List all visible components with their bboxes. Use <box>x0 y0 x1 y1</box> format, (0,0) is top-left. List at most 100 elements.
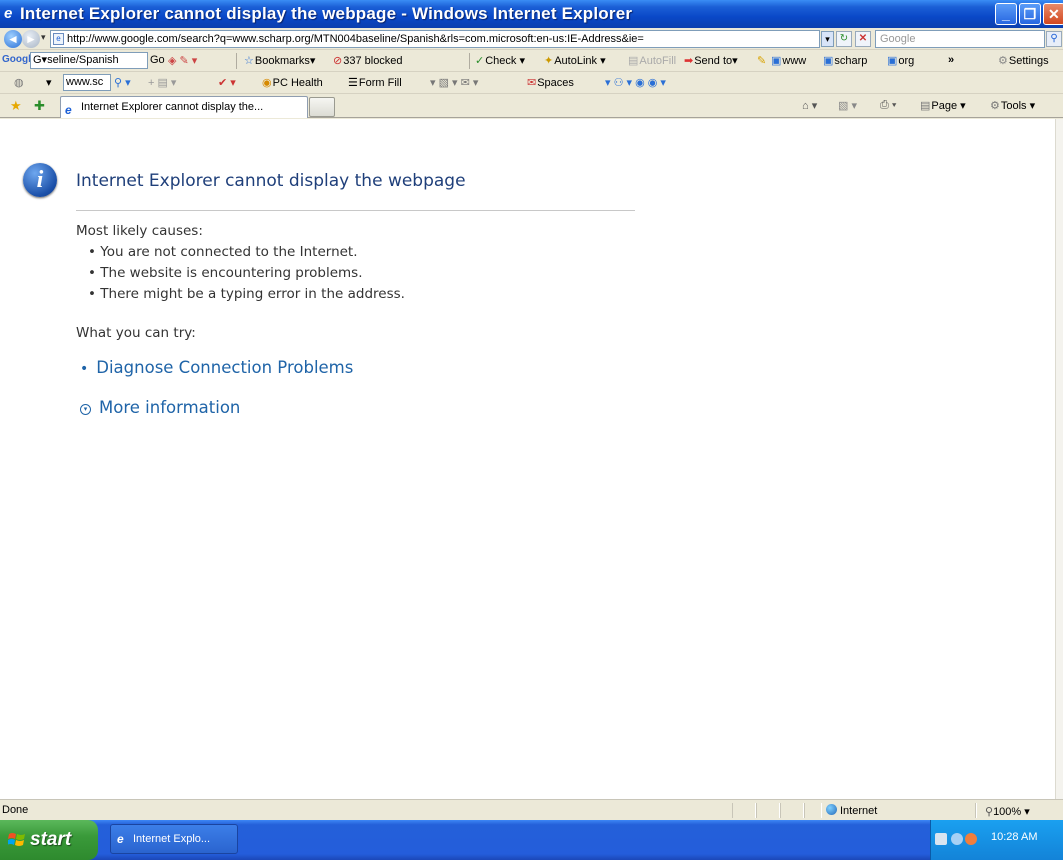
cause-item: • You are not connected to the Internet. <box>88 244 358 260</box>
send-to-button[interactable]: ➡Send to▾ <box>684 54 738 67</box>
causes-title: Most likely causes: <box>76 223 203 239</box>
autolink-icon: ✦ <box>544 55 554 67</box>
maximize-button[interactable]: ❐ <box>1019 3 1041 25</box>
links-toolbar: ◍ ▾ www.sc ⚲ ▾ + ▤ ▾ ✔ ▾ ◉PC Health ☰For… <box>0 72 1063 94</box>
form-fill-button[interactable]: ☰Form Fill <box>348 76 402 89</box>
help-icon[interactable] <box>951 833 963 845</box>
autolink-button[interactable]: ✦AutoLink ▾ <box>544 54 606 67</box>
status-segment <box>780 803 804 818</box>
title-bar[interactable]: e Internet Explorer cannot display the w… <box>0 0 1063 28</box>
print-icon[interactable]: ⎙ ▾ <box>880 99 896 112</box>
scrollbar[interactable] <box>1055 119 1063 799</box>
system-tray: 10:28 AM <box>930 820 1063 860</box>
home-icon[interactable]: ⌂ ▾ <box>802 99 817 112</box>
more-information-link[interactable]: ▾ More information <box>80 398 240 417</box>
clock[interactable]: 10:28 AM <box>991 831 1037 843</box>
antivirus-icon[interactable] <box>965 833 977 845</box>
separator <box>469 53 470 69</box>
pagerank-icon[interactable]: ◈ ✎ ▾ <box>168 54 197 67</box>
divider <box>76 210 635 211</box>
bookmarks-button[interactable]: ☆Bookmarks▾ <box>244 54 315 67</box>
popup-blocker-button[interactable]: ⊘337 blocked <box>333 54 403 67</box>
toolbar-button-icon[interactable]: ▾ ▧ ▾ ✉ ▾ <box>430 76 478 89</box>
tab-active[interactable]: e Internet Explorer cannot display the..… <box>60 96 308 118</box>
search-term-icon: ▣ <box>823 55 834 67</box>
gear-icon: ⚙ <box>990 100 1000 112</box>
popup-blocked-icon: ⊘ <box>333 55 343 67</box>
recent-pages-dropdown[interactable]: ▾ <box>41 32 46 43</box>
add-favorite-icon[interactable]: ✚ <box>34 98 45 114</box>
globe-icon <box>826 804 837 815</box>
page-icon: ▤ <box>920 100 931 112</box>
close-button[interactable]: ✕ <box>1043 3 1063 25</box>
favorites-star-icon[interactable]: ★ <box>10 98 22 114</box>
toolbar-dropdown-arrow[interactable]: ▾ <box>46 76 52 89</box>
back-button[interactable]: ◄ <box>4 30 22 48</box>
address-input[interactable]: e http://www.google.com/search?q=www.sch… <box>50 30 820 48</box>
status-segment <box>975 803 977 818</box>
page-icon: e <box>53 33 64 45</box>
separator <box>236 53 237 69</box>
new-tab-button[interactable] <box>309 97 335 117</box>
address-toolbar: ◄ ► ▾ e http://www.google.com/search?q=w… <box>0 28 1063 50</box>
gear-icon: ⚙ <box>998 55 1008 67</box>
search-term-scharp[interactable]: ▣scharp <box>823 54 867 67</box>
feeds-icon[interactable]: ▧ ▾ <box>838 99 857 112</box>
taskbar-ie-button[interactable]: e Internet Explo... <box>110 824 238 854</box>
tools-menu-button[interactable]: ⚙Tools ▾ <box>990 99 1035 112</box>
search-input[interactable]: Google <box>875 30 1045 48</box>
window-title: Internet Explorer cannot display the web… <box>20 4 633 23</box>
info-icon: i <box>23 163 57 197</box>
minimize-button[interactable]: _ <box>995 3 1017 25</box>
security-zone[interactable]: Internet <box>826 804 877 817</box>
stop-button[interactable]: ✕ <box>855 31 871 47</box>
forward-button[interactable]: ► <box>22 30 40 48</box>
search-term-org[interactable]: ▣org <box>887 54 914 67</box>
diagnose-connection-link[interactable]: • Diagnose Connection Problems <box>80 358 353 377</box>
autofill-icon: ▤ <box>628 55 639 67</box>
toolbar-search-input[interactable]: www.sc <box>63 74 111 91</box>
search-icon[interactable]: ⚲ <box>1046 31 1062 47</box>
address-url: http://www.google.com/search?q=www.schar… <box>67 33 644 45</box>
star-icon: ☆ <box>244 55 254 67</box>
toolbar-button-icon[interactable]: + ▤ ▾ <box>148 76 176 89</box>
status-segment <box>732 803 756 818</box>
highlight-icon[interactable]: ✎ <box>757 54 766 67</box>
check-icon: ✓ <box>475 55 485 67</box>
zoom-icon: ⚲ <box>985 806 994 818</box>
windows-flag-icon <box>8 833 25 846</box>
cause-item: • The website is encountering problems. <box>88 265 363 281</box>
search-icon[interactable]: ⚲ ▾ <box>114 76 131 89</box>
tab-bar: ★ ✚ e Internet Explorer cannot display t… <box>0 94 1063 118</box>
page-menu-button[interactable]: ▤Page ▾ <box>920 99 966 112</box>
search-term-icon: ▣ <box>771 55 782 67</box>
error-heading: Internet Explorer cannot display the web… <box>76 171 466 191</box>
spaces-icon: ✉ <box>527 77 537 89</box>
ie-logo-icon: e <box>4 5 13 22</box>
try-title: What you can try: <box>76 325 196 341</box>
network-icon[interactable] <box>935 833 947 845</box>
zoom-level[interactable]: ⚲100% ▾ <box>985 805 1030 818</box>
google-go-button[interactable]: Go <box>150 54 165 66</box>
toolbar-button-icon[interactable]: ▾ ⚇ ▾ ◉ ◉ ▾ <box>605 76 666 89</box>
spellcheck-button[interactable]: ✓Check ▾ <box>475 54 525 67</box>
messenger-icon[interactable]: ✔ ▾ <box>218 76 236 89</box>
toolbar-overflow-button[interactable]: » <box>948 54 954 66</box>
bullet-icon: • <box>80 361 89 377</box>
status-bar: Done Internet ⚲100% ▾ <box>0 799 1063 820</box>
expand-chevron-icon: ▾ <box>80 404 91 415</box>
google-search-input[interactable]: G▾seline/Spanish <box>30 52 148 69</box>
spaces-button[interactable]: ✉Spaces <box>527 76 574 89</box>
refresh-button[interactable]: ↻ <box>836 31 852 47</box>
address-dropdown-button[interactable]: ▾ <box>821 31 834 47</box>
health-icon: ◉ <box>262 77 272 89</box>
settings-button[interactable]: ⚙Settings <box>998 54 1049 67</box>
google-toolbar: Google G▾seline/Spanish Go ◈ ✎ ▾ ☆Bookma… <box>0 50 1063 72</box>
pc-health-button[interactable]: ◉PC Health <box>262 76 323 89</box>
tab-label: Internet Explorer cannot display the... <box>81 101 264 113</box>
autofill-button[interactable]: ▤AutoFill <box>628 54 676 67</box>
search-term-www[interactable]: ▣www <box>771 54 806 67</box>
toolbar-logo-icon[interactable]: ◍ <box>14 76 24 89</box>
form-icon: ☰ <box>348 77 358 89</box>
status-segment <box>804 803 822 818</box>
